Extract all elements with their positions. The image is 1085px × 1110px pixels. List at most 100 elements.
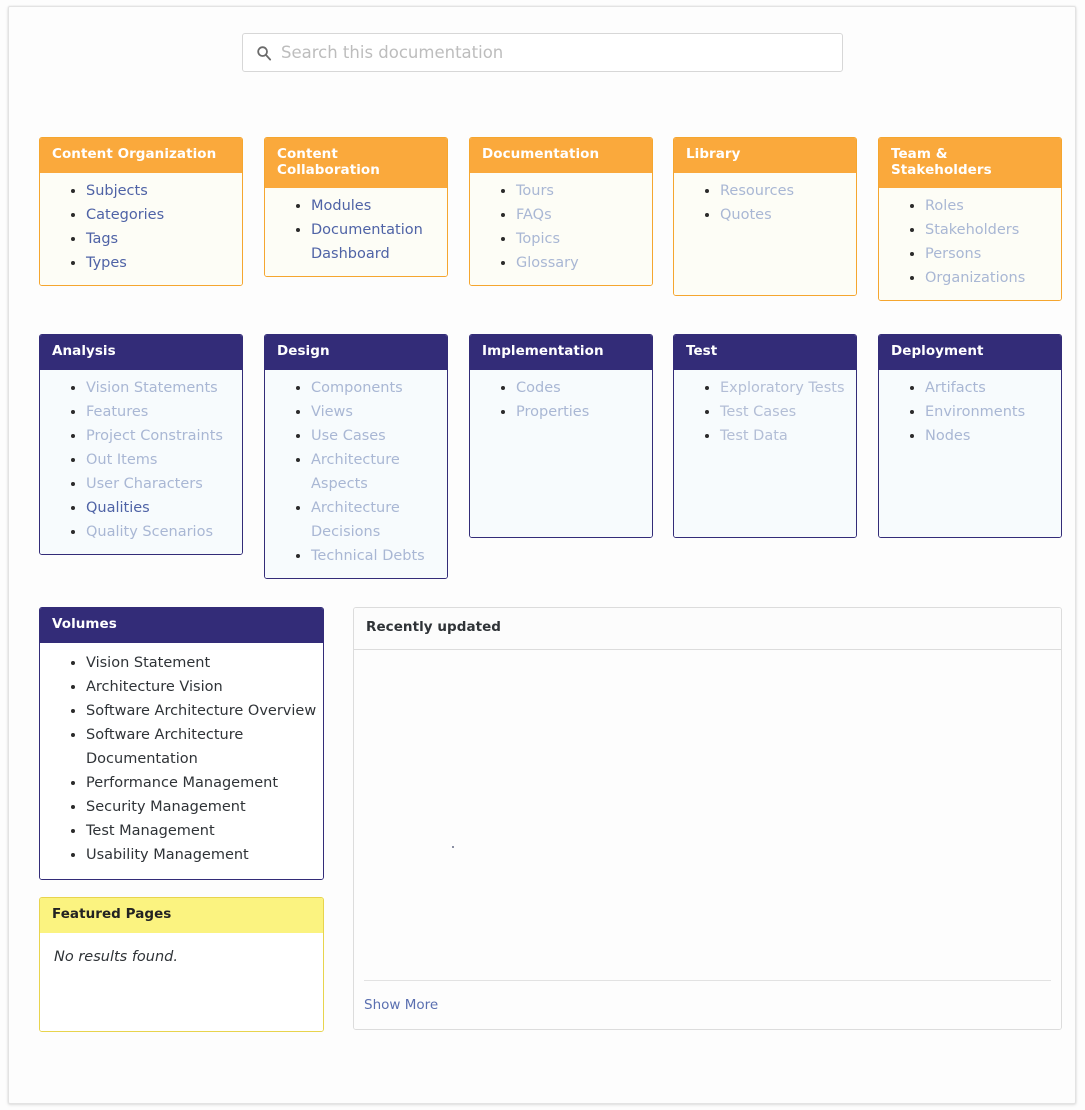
link-technical-debts[interactable]: Technical Debts <box>311 548 425 564</box>
link-faqs[interactable]: FAQs <box>516 207 552 223</box>
card-body: Exploratory Tests Test Cases Test Data <box>674 369 856 537</box>
link-architecture-decisions[interactable]: Architecture Decisions <box>311 500 400 540</box>
panel-title-volumes: Volumes <box>40 608 323 643</box>
link-subjects[interactable]: Subjects <box>86 183 148 199</box>
list-item: Tours <box>516 179 648 203</box>
card-team-stakeholders: Team & Stakeholders Roles Stakeholders P… <box>878 137 1062 302</box>
link-environments[interactable]: Environments <box>925 404 1025 420</box>
link-roles[interactable]: Roles <box>925 198 964 214</box>
card-link-list: Subjects Categories Tags Types <box>44 179 238 275</box>
link-artifacts[interactable]: Artifacts <box>925 380 986 396</box>
link-glossary[interactable]: Glossary <box>516 255 579 271</box>
list-item: Architecture Aspects <box>311 448 443 496</box>
card-title: Design <box>265 335 447 370</box>
card-documentation: Documentation Tours FAQs Topics Glossary <box>469 137 653 286</box>
show-more-link[interactable]: Show More <box>364 997 438 1013</box>
link-nodes[interactable]: Nodes <box>925 428 970 444</box>
list-item: Resources <box>720 179 852 203</box>
list-item: Persons <box>925 242 1057 266</box>
list-item: Modules <box>311 194 443 218</box>
card-link-list: Modules Documentation Dashboard <box>269 194 443 266</box>
list-item: Quotes <box>720 203 852 227</box>
list-item[interactable]: Security Management <box>86 795 319 819</box>
link-properties[interactable]: Properties <box>516 404 589 420</box>
link-categories[interactable]: Categories <box>86 207 164 223</box>
card-link-list: Artifacts Environments Nodes <box>883 376 1057 448</box>
card-title: Deployment <box>879 335 1061 370</box>
card-title: Content Organization <box>40 138 242 173</box>
list-item[interactable]: Vision Statement <box>86 651 319 675</box>
link-tours[interactable]: Tours <box>516 183 554 199</box>
panel-title-recently-updated: Recently updated <box>354 608 1061 650</box>
list-item: Test Data <box>720 424 852 448</box>
list-item[interactable]: Architecture Vision <box>86 675 319 699</box>
list-item: Project Constraints <box>86 424 238 448</box>
link-vision-statements[interactable]: Vision Statements <box>86 380 218 396</box>
list-item: Codes <box>516 376 648 400</box>
link-types[interactable]: Types <box>86 255 127 271</box>
search-icon <box>256 45 272 61</box>
link-test-data[interactable]: Test Data <box>720 428 788 444</box>
link-stakeholders[interactable]: Stakeholders <box>925 222 1019 238</box>
panel-featured-pages: Featured Pages No results found. <box>39 897 324 1032</box>
list-item[interactable]: Usability Management <box>86 843 319 867</box>
link-organizations[interactable]: Organizations <box>925 270 1025 286</box>
recently-updated-body: Show More <box>354 649 1061 1029</box>
link-resources[interactable]: Resources <box>720 183 794 199</box>
link-tags[interactable]: Tags <box>86 231 118 247</box>
link-codes[interactable]: Codes <box>516 380 561 396</box>
panel-recently-updated: Recently updated Show More <box>353 607 1062 1030</box>
card-link-list: Vision Statements Features Project Const… <box>44 376 238 544</box>
list-item: Properties <box>516 400 648 424</box>
list-item: Quality Scenarios <box>86 520 238 544</box>
link-qualities[interactable]: Qualities <box>86 500 150 516</box>
card-title: Content Collaboration <box>265 138 447 189</box>
list-item: Artifacts <box>925 376 1057 400</box>
list-item: Architecture Decisions <box>311 496 443 544</box>
list-item: Environments <box>925 400 1057 424</box>
link-out-items[interactable]: Out Items <box>86 452 157 468</box>
link-user-characters[interactable]: User Characters <box>86 476 203 492</box>
search-input[interactable] <box>281 43 821 62</box>
link-features[interactable]: Features <box>86 404 148 420</box>
list-item: Categories <box>86 203 238 227</box>
dashboard-page: Content Organization Subjects Categories… <box>9 7 1075 1103</box>
list-item[interactable]: Performance Management <box>86 771 319 795</box>
list-item: Subjects <box>86 179 238 203</box>
card-body: Tours FAQs Topics Glossary <box>470 172 652 285</box>
link-project-constraints[interactable]: Project Constraints <box>86 428 223 444</box>
link-architecture-aspects[interactable]: Architecture Aspects <box>311 452 400 492</box>
link-topics[interactable]: Topics <box>516 231 560 247</box>
list-item[interactable]: Software Architecture Documentation <box>86 723 319 771</box>
volumes-list: Vision Statement Architecture Vision Sof… <box>44 651 319 867</box>
card-body: Artifacts Environments Nodes <box>879 369 1061 537</box>
link-documentation-dashboard[interactable]: Documentation Dashboard <box>311 222 423 262</box>
list-item: Exploratory Tests <box>720 376 852 400</box>
link-quotes[interactable]: Quotes <box>720 207 772 223</box>
link-views[interactable]: Views <box>311 404 353 420</box>
card-link-list: Exploratory Tests Test Cases Test Data <box>678 376 852 448</box>
card-body: Roles Stakeholders Persons Organizations <box>879 188 1061 301</box>
list-item: Views <box>311 400 443 424</box>
card-link-list: Roles Stakeholders Persons Organizations <box>883 194 1057 290</box>
search-box[interactable] <box>242 33 843 72</box>
list-item: Use Cases <box>311 424 443 448</box>
list-item: Documentation Dashboard <box>311 218 443 266</box>
empty-state-message: No results found. <box>54 948 179 965</box>
list-item: Features <box>86 400 238 424</box>
link-test-cases[interactable]: Test Cases <box>720 404 796 420</box>
link-use-cases[interactable]: Use Cases <box>311 428 386 444</box>
link-exploratory-tests[interactable]: Exploratory Tests <box>720 380 845 396</box>
card-link-list: Tours FAQs Topics Glossary <box>474 179 648 275</box>
list-item: Qualities <box>86 496 238 520</box>
link-persons[interactable]: Persons <box>925 246 981 262</box>
link-components[interactable]: Components <box>311 380 403 396</box>
list-item[interactable]: Software Architecture Overview <box>86 699 319 723</box>
card-body: Vision Statements Features Project Const… <box>40 369 242 554</box>
list-item: Types <box>86 251 238 275</box>
link-quality-scenarios[interactable]: Quality Scenarios <box>86 524 213 540</box>
list-item[interactable]: Test Management <box>86 819 319 843</box>
link-modules[interactable]: Modules <box>311 198 371 214</box>
card-title: Analysis <box>40 335 242 370</box>
card-body: Codes Properties <box>470 369 652 537</box>
